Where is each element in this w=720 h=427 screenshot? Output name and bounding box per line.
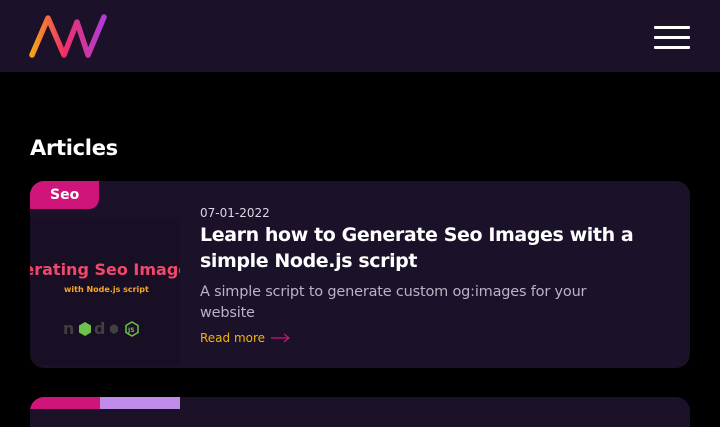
thumbnail-subtitle: with Node.js script: [64, 285, 149, 294]
read-more-label: Read more: [200, 331, 266, 345]
nodejs-logo-icon: n d JS: [63, 319, 139, 338]
top-bar: [0, 0, 720, 72]
category-tag[interactable]: [100, 397, 180, 409]
article-description: A simple script to generate custom og:im…: [200, 284, 587, 321]
article-thumbnail[interactable]: Generating Seo Images with Node.js scrip…: [30, 217, 180, 365]
article-card[interactable]: Seo Generating Seo Images with Node.js s…: [30, 181, 690, 368]
section-title: Articles: [30, 136, 118, 160]
menu-bar: [654, 26, 690, 29]
arrow-right-icon: [271, 333, 291, 343]
menu-bar: [654, 36, 690, 39]
svg-text:d: d: [94, 319, 105, 338]
article-title[interactable]: Learn how to Generate Seo Images with a …: [200, 222, 680, 274]
article-date: 07-01-2022: [200, 206, 270, 220]
svg-text:JS: JS: [127, 327, 135, 334]
svg-text:n: n: [63, 319, 74, 338]
hamburger-menu-icon[interactable]: [654, 26, 690, 50]
aw-logo-icon[interactable]: [29, 14, 107, 58]
category-tag[interactable]: [30, 397, 100, 409]
menu-bar: [654, 46, 690, 49]
category-tag[interactable]: Seo: [30, 181, 100, 209]
article-card[interactable]: [30, 397, 690, 427]
thumbnail-title: Generating Seo Images: [30, 260, 180, 279]
read-more-link[interactable]: Read more: [200, 331, 291, 345]
